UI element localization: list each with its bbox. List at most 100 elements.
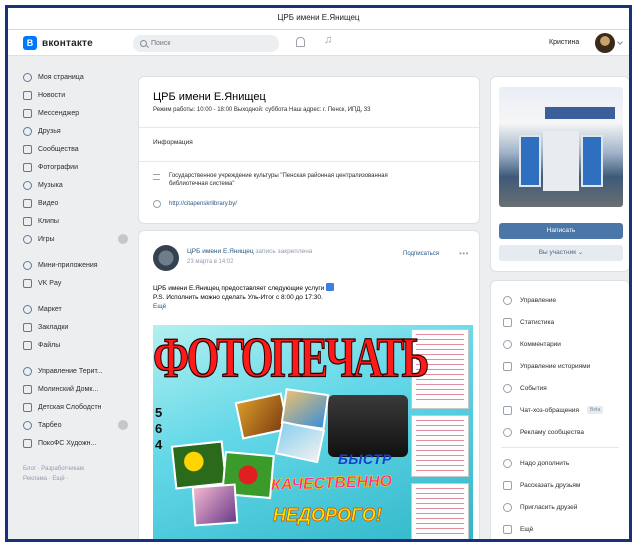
admin-menu-item[interactable]: Ещё xyxy=(491,518,629,539)
write-message-button[interactable]: Написать xyxy=(499,223,623,239)
ad-digits: 5 6 4 xyxy=(155,405,162,453)
divider xyxy=(139,161,479,162)
ad-digit: 4 xyxy=(155,437,163,452)
post-author-avatar[interactable] xyxy=(153,245,179,271)
sidebar-item[interactable]: VK Pay xyxy=(20,274,130,292)
games-icon xyxy=(23,234,32,244)
sidebar-item[interactable]: Тарбео xyxy=(20,416,130,434)
sidebar-item[interactable]: Друзья xyxy=(20,122,130,140)
video-icon xyxy=(23,198,32,208)
sidebar-item[interactable]: Маркет xyxy=(20,300,130,318)
sidebar-item[interactable]: Музыка xyxy=(20,176,130,194)
footer-links-1[interactable]: Блог · Разработчикам xyxy=(23,464,130,474)
search-box[interactable] xyxy=(133,35,279,52)
post-show-more-link[interactable]: Ещё xyxy=(153,302,473,311)
search-input[interactable] xyxy=(151,40,271,47)
events-icon xyxy=(503,383,512,393)
sidebar-item-label: Фотографии xyxy=(38,163,79,171)
post-text: ЦРБ имени Е.Янищец предоставляет следующ… xyxy=(153,283,473,311)
sidebar-item[interactable]: Клипы xyxy=(20,212,130,230)
top-navigation-bar: В вконтакте ♫ Кристина xyxy=(8,30,629,56)
admin-menu-item[interactable]: Комментарии xyxy=(491,333,629,355)
subscribe-button[interactable]: Подписаться xyxy=(391,247,451,261)
footer-links-2[interactable]: Реклама · Ещё · xyxy=(23,474,130,484)
group-cover-card: Написать Вы участник ⌄ xyxy=(490,76,629,272)
sidebar-item[interactable]: Файлы xyxy=(20,336,130,354)
tab-information[interactable]: Информация xyxy=(153,139,193,146)
admin-menu-item[interactable]: Управление историями xyxy=(491,355,629,377)
music-note-icon[interactable]: ♫ xyxy=(324,34,332,46)
admin-menu-item[interactable]: События xyxy=(491,377,629,399)
sidebar-item-label: Видео xyxy=(38,199,59,207)
beta-badge: Beta xyxy=(587,406,604,414)
sidebar-item-label: Мини-приложения xyxy=(38,261,98,269)
sidebar-item-label: Тарбео xyxy=(38,421,62,429)
sidebar-footer: Блог · Разработчикам Реклама · Ещё · xyxy=(20,464,130,484)
sidebar-item[interactable]: Управление Терит... xyxy=(20,362,130,380)
group-header-card: ЦРБ имени Е.Янищец Режим работы: 10:00 -… xyxy=(138,76,480,224)
chevron-down-icon[interactable] xyxy=(617,39,623,45)
group-icon xyxy=(23,384,32,394)
more-options-icon[interactable]: ••• xyxy=(459,250,469,258)
sidebar-item[interactable]: Игры xyxy=(20,230,130,248)
user-avatar[interactable] xyxy=(595,33,615,53)
admin-menu-item[interactable]: Надо дополнить xyxy=(491,452,629,474)
post-pinned-note: запись закреплена xyxy=(255,248,313,255)
groups-icon xyxy=(23,144,32,154)
admin-menu-item[interactable]: Пригласить друзей xyxy=(491,496,629,518)
screenshot-frame: ЦРБ имени Е.Янищец В вконтакте ♫ Кристин… xyxy=(5,5,632,542)
sidebar-item[interactable]: Молинский Домк... xyxy=(20,380,130,398)
building-sign xyxy=(545,107,615,119)
sidebar-item-label: VK Pay xyxy=(38,279,62,287)
comments-icon xyxy=(503,339,512,349)
vk-logo[interactable]: В вконтакте xyxy=(23,36,93,50)
sidebar-item[interactable]: Моя страница xyxy=(20,68,130,86)
sidebar-item[interactable]: Мини-приложения xyxy=(20,256,130,274)
vk-logo-text: вконтакте xyxy=(42,37,93,49)
files-icon xyxy=(23,340,32,350)
sidebar-item[interactable]: ПокоФС Художн... xyxy=(20,434,130,452)
clips-icon xyxy=(23,216,32,226)
group-website-link[interactable]: http://citapenskrlibrary.by/ xyxy=(169,201,237,207)
group-cover-photo[interactable] xyxy=(499,87,623,207)
notifications-bell-icon[interactable] xyxy=(296,37,305,47)
admin-menu-item[interactable]: Чат-хоз-обращения Beta xyxy=(491,399,629,421)
sidebar-item-label: Друзья xyxy=(38,127,61,135)
membership-button[interactable]: Вы участник ⌄ xyxy=(499,245,623,261)
sidebar-item[interactable]: Детская Слободстн xyxy=(20,398,130,416)
post-date[interactable]: 23 марта в 14:02 xyxy=(187,259,234,265)
user-name[interactable]: Кристина xyxy=(549,39,579,46)
post-author-name[interactable]: ЦРБ имени Е.Янищец xyxy=(187,248,254,255)
sidebar-item[interactable]: Видео xyxy=(20,194,130,212)
admin-menu-item[interactable]: Рассказать друзьям xyxy=(491,474,629,496)
sidebar-item[interactable]: Фотографии xyxy=(20,158,130,176)
ads-icon xyxy=(503,427,512,437)
group-icon xyxy=(23,420,32,430)
sidebar-settings-icon[interactable] xyxy=(118,234,128,244)
building-window xyxy=(519,135,541,187)
admin-menu-label: Рекламу сообщества xyxy=(520,428,584,436)
sidebar-item[interactable]: Сообщества xyxy=(20,140,130,158)
ad-slogan-quality: КАЧЕСТВЕННО xyxy=(270,472,393,495)
market-icon xyxy=(23,304,32,314)
admin-menu-label: Рассказать друзьям xyxy=(520,481,581,489)
admin-menu-label: Статистика xyxy=(520,318,555,326)
flyer-sheet-2 xyxy=(411,415,469,477)
admin-menu-label: События xyxy=(520,384,547,392)
sidebar-item[interactable]: Новости xyxy=(20,86,130,104)
admin-menu-item[interactable]: Рекламу сообщества xyxy=(491,421,629,443)
admin-menu-item[interactable]: Управление xyxy=(491,289,629,311)
pinned-post-card: ЦРБ имени Е.Янищец запись закреплена 23 … xyxy=(138,230,480,539)
sidebar-item[interactable]: Закладки xyxy=(20,318,130,336)
sidebar-item-label: Сообщества xyxy=(38,145,79,153)
sidebar-settings-icon[interactable] xyxy=(118,420,128,430)
post-image-photoprint-ad[interactable]: ФОТОПЕЧАТЬ 5 6 4 БЫСТР КАЧЕСТВЕННО НЕДОР… xyxy=(153,325,473,539)
admin-menu-label: Управление xyxy=(520,296,557,304)
sidebar-item[interactable]: Мессенджер xyxy=(20,104,130,122)
sidebar-item-label: Детская Слободстн xyxy=(38,403,102,411)
search-icon xyxy=(140,40,147,47)
sidebar-item-label: Закладки xyxy=(38,323,69,331)
flyer-sheet-3 xyxy=(411,483,469,539)
admin-menu-item[interactable]: Статистика xyxy=(491,311,629,333)
ad-digit: 5 xyxy=(155,405,163,420)
